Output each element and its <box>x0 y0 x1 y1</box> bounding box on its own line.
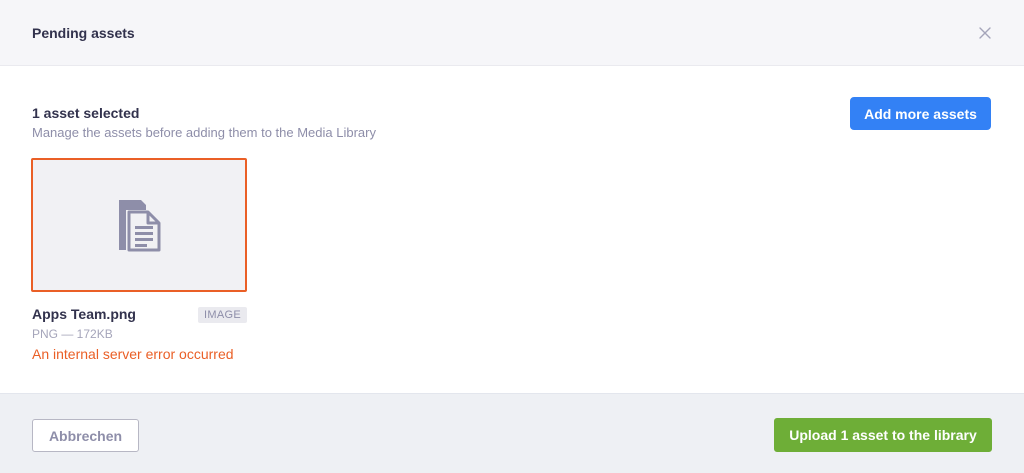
modal-title: Pending assets <box>32 25 135 41</box>
close-icon <box>979 27 991 39</box>
selection-subtitle: Manage the assets before adding them to … <box>32 125 376 140</box>
close-button[interactable] <box>974 22 996 44</box>
modal-footer: Abbrechen Upload 1 asset to the library <box>0 393 1024 473</box>
upload-button[interactable]: Upload 1 asset to the library <box>774 418 992 452</box>
asset-preview[interactable] <box>31 158 247 292</box>
add-more-assets-button[interactable]: Add more assets <box>850 97 991 130</box>
modal-header: Pending assets <box>0 0 1024 66</box>
asset-type-badge: IMAGE <box>198 307 247 323</box>
asset-meta: PNG — 172KB <box>32 327 113 341</box>
cancel-button[interactable]: Abbrechen <box>32 419 139 452</box>
asset-name: Apps Team.png <box>32 306 136 322</box>
document-icon <box>119 200 161 252</box>
selection-count: 1 asset selected <box>32 105 140 121</box>
pending-assets-modal: Pending assets 1 asset selected Manage t… <box>0 0 1024 473</box>
asset-card[interactable]: Apps Team.png IMAGE PNG — 172KB An inter… <box>31 158 247 362</box>
asset-error-message: An internal server error occurred <box>32 346 234 362</box>
